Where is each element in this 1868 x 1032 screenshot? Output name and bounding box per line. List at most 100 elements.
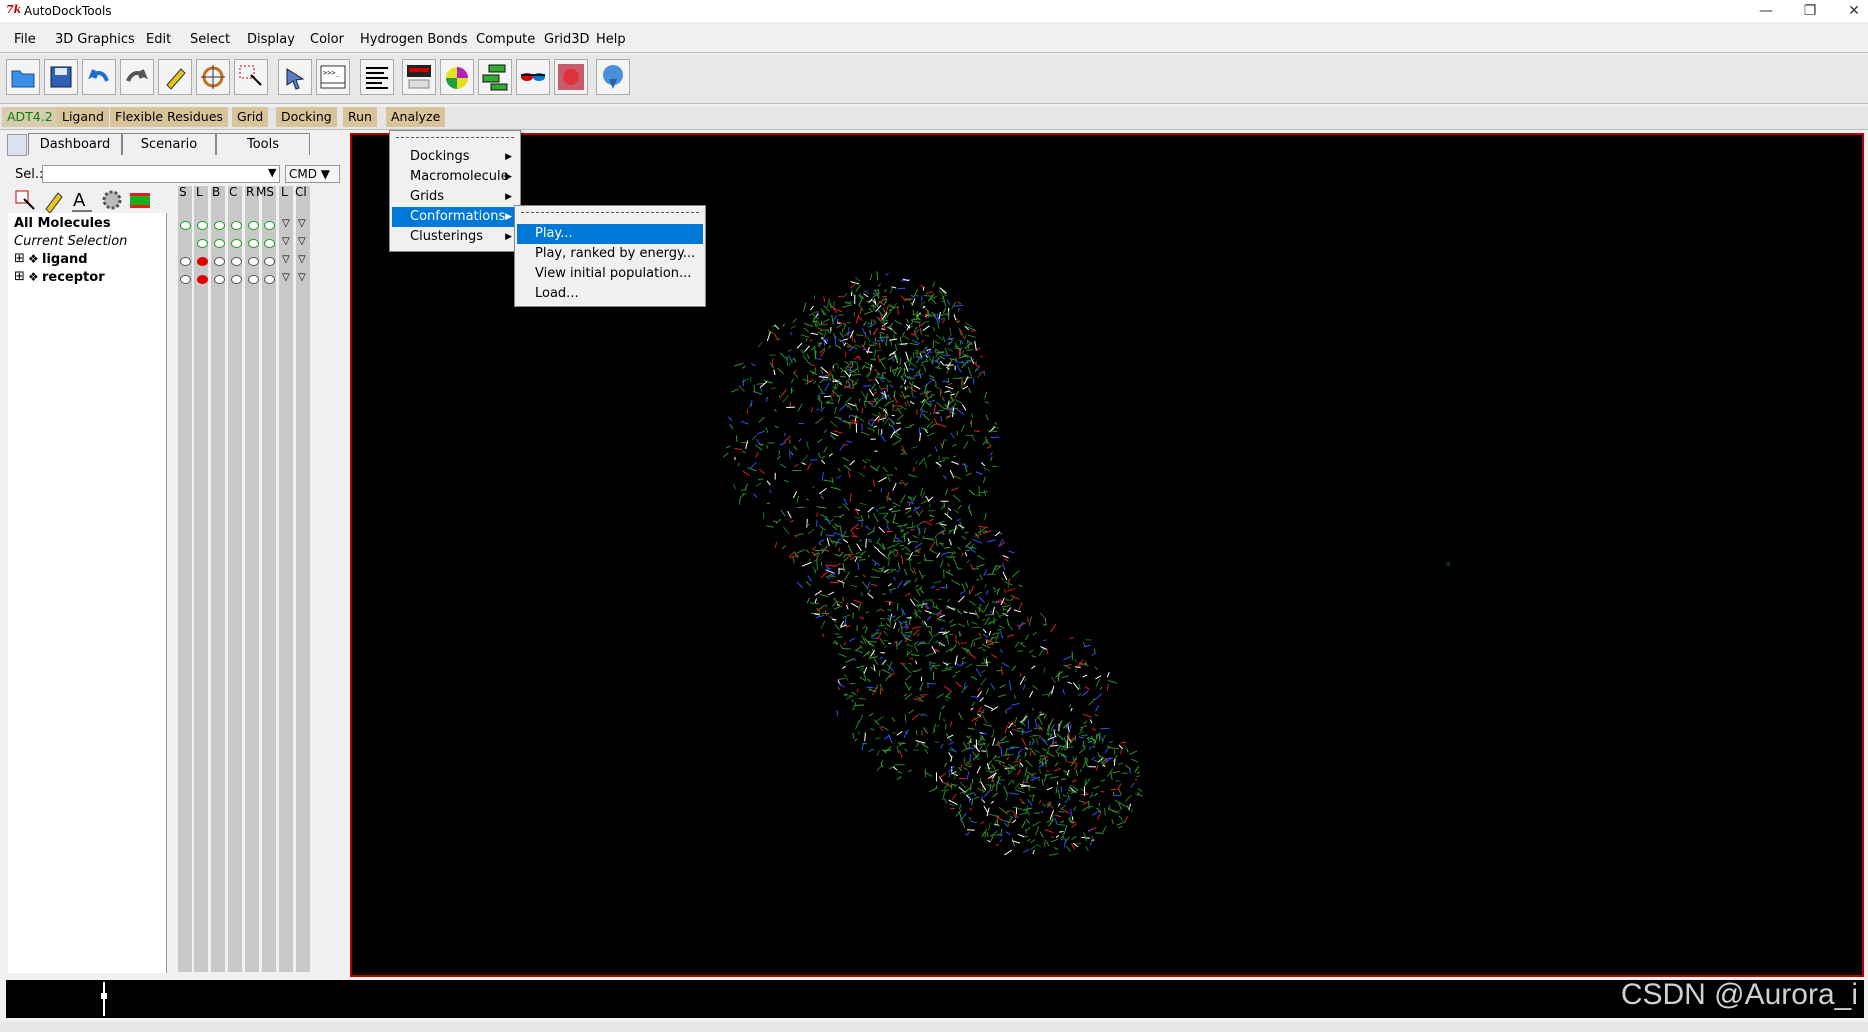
label-tool-icon[interactable]: A xyxy=(70,187,94,213)
expand-icon[interactable]: ⊞ xyxy=(14,251,25,266)
menu-3d-graphics[interactable]: 3D Graphics xyxy=(55,32,135,47)
center-target-icon[interactable] xyxy=(196,59,230,95)
menu-item-macromolecule[interactable]: Macromolecule ▶ xyxy=(392,167,518,187)
menu-edit[interactable]: Edit xyxy=(146,32,171,47)
expand-icon[interactable]: ⊞ xyxy=(14,269,25,284)
column-menu-icon[interactable]: ▽ xyxy=(298,272,306,283)
selection-input[interactable] xyxy=(42,165,280,183)
open-file-icon[interactable] xyxy=(6,59,40,95)
display-toggle[interactable] xyxy=(248,221,259,230)
menu-item-clusterings[interactable]: Clusterings ▶ xyxy=(392,227,518,247)
display-toggle[interactable] xyxy=(248,275,259,284)
display-toggle[interactable] xyxy=(231,239,242,248)
display-toggle[interactable] xyxy=(264,257,275,266)
cmd-menubutton[interactable]: CMD ▼ xyxy=(285,165,340,183)
display-toggle[interactable] xyxy=(180,257,191,266)
tree-item-receptor[interactable]: receptor xyxy=(42,270,105,285)
pointer-icon[interactable] xyxy=(278,59,312,95)
tree-current-selection[interactable]: Current Selection xyxy=(14,234,127,249)
restore-icon[interactable]: ❐ xyxy=(1788,0,1832,22)
adt-menu-run[interactable]: Run xyxy=(343,107,377,127)
column-menu-icon[interactable]: ▽ xyxy=(298,236,306,247)
menu-tearoff[interactable] xyxy=(396,137,514,138)
selection-dropdown-icon[interactable]: ▼ xyxy=(268,166,276,179)
menu-item-view-initial-population[interactable]: View initial population... xyxy=(517,264,703,284)
pencil-icon[interactable] xyxy=(158,59,192,95)
settings-gear-icon[interactable] xyxy=(100,187,124,213)
column-menu-icon[interactable]: ▽ xyxy=(282,236,290,247)
ribbon-icon[interactable] xyxy=(402,59,436,95)
tab-dashboard[interactable]: Dashboard xyxy=(28,133,122,155)
tab-tools[interactable]: Tools xyxy=(216,133,310,155)
display-toggle[interactable] xyxy=(197,275,208,284)
column-header-show[interactable]: S xyxy=(179,185,187,199)
text-lines-icon[interactable] xyxy=(360,59,394,95)
menu-color[interactable]: Color xyxy=(310,32,344,47)
collapse-panel-icon[interactable] xyxy=(7,134,27,156)
column-header-msms[interactable]: MS xyxy=(256,185,274,199)
display-toggle[interactable] xyxy=(214,239,225,248)
animation-timeline[interactable] xyxy=(6,980,1864,1018)
adt-menu-flexible-residues[interactable]: Flexible Residues xyxy=(110,107,228,127)
timeline-knob[interactable] xyxy=(101,993,107,999)
redo-icon[interactable] xyxy=(120,59,154,95)
tab-scenario[interactable]: Scenario xyxy=(122,133,216,155)
menu-item-conformations[interactable]: Conformations ▶ xyxy=(392,207,518,227)
menu-tearoff[interactable] xyxy=(521,212,699,213)
tree-item-ligand[interactable]: ligand xyxy=(42,252,88,267)
display-toggle[interactable] xyxy=(180,275,191,284)
display-toggle[interactable] xyxy=(231,221,242,230)
menu-select[interactable]: Select xyxy=(190,32,230,47)
display-toggle[interactable] xyxy=(197,221,208,230)
column-header-ribbon[interactable]: R xyxy=(246,185,254,199)
network-icon[interactable] xyxy=(478,59,512,95)
column-header-cpk[interactable]: C xyxy=(229,185,237,199)
column-menu-icon[interactable]: ▽ xyxy=(282,272,290,283)
adt-menu-docking[interactable]: Docking xyxy=(276,107,337,127)
column-menu-icon[interactable]: ▽ xyxy=(282,218,290,229)
column-header-ballstick[interactable]: B xyxy=(212,185,220,199)
selection-tool-icon[interactable] xyxy=(14,187,38,213)
close-icon[interactable]: ✕ xyxy=(1832,0,1868,22)
python-shell-icon[interactable]: >>>_ xyxy=(316,59,350,95)
menu-compute[interactable]: Compute xyxy=(476,32,535,47)
adt-menu-ligand[interactable]: Ligand xyxy=(57,107,109,127)
dna-icon[interactable] xyxy=(596,59,630,95)
column-menu-icon[interactable]: ▽ xyxy=(298,254,306,265)
minimize-icon[interactable]: — xyxy=(1744,0,1788,22)
display-toggle[interactable] xyxy=(231,257,242,266)
select-icon[interactable] xyxy=(234,59,268,95)
save-icon[interactable] xyxy=(44,59,78,95)
menu-item-grids[interactable]: Grids ▶ xyxy=(392,187,518,207)
color-tool-icon[interactable] xyxy=(128,187,152,213)
display-toggle[interactable] xyxy=(264,221,275,230)
undo-icon[interactable] xyxy=(82,59,116,95)
menu-display[interactable]: Display xyxy=(247,32,295,47)
column-menu-icon[interactable]: ▽ xyxy=(298,218,306,229)
display-toggle[interactable] xyxy=(264,239,275,248)
display-toggle[interactable] xyxy=(214,221,225,230)
column-header-color[interactable]: Cl xyxy=(295,185,307,199)
pencil-tool-icon[interactable] xyxy=(42,187,66,214)
menu-item-play-ranked[interactable]: Play, ranked by energy... xyxy=(517,244,703,264)
menu-file[interactable]: File xyxy=(14,32,36,47)
menu-item-dockings[interactable]: Dockings ▶ xyxy=(392,147,518,167)
timeline-slider[interactable] xyxy=(103,982,105,1016)
display-toggle[interactable] xyxy=(197,257,208,266)
display-toggle[interactable] xyxy=(214,257,225,266)
adt-menu-analyze[interactable]: Analyze xyxy=(386,107,446,127)
column-header-lines[interactable]: L xyxy=(196,185,203,199)
menu-item-load[interactable]: Load... xyxy=(517,284,703,304)
menu-grid3d[interactable]: Grid3D xyxy=(544,32,590,47)
display-toggle[interactable] xyxy=(180,221,191,230)
menu-help[interactable]: Help xyxy=(596,32,626,47)
menu-item-play[interactable]: Play... xyxy=(517,224,703,244)
display-toggle[interactable] xyxy=(231,275,242,284)
display-toggle[interactable] xyxy=(197,239,208,248)
adt-menu-grid[interactable]: Grid xyxy=(232,107,269,127)
tree-all-molecules[interactable]: All Molecules xyxy=(14,216,111,231)
molecule-surface-icon[interactable] xyxy=(554,59,588,95)
sphere-icon[interactable] xyxy=(440,59,474,95)
display-toggle[interactable] xyxy=(248,239,259,248)
stereo-glasses-icon[interactable] xyxy=(516,59,550,95)
